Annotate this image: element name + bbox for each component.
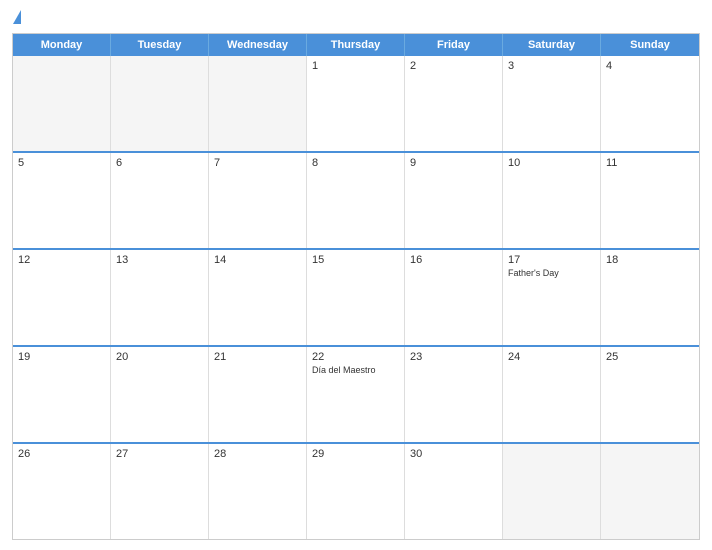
day-number: 1 [312, 60, 399, 72]
day-number: 2 [410, 60, 497, 72]
calendar-day-4: 4 [601, 56, 699, 151]
calendar-day-17: 17 Father's Day [503, 250, 601, 345]
day-number: 18 [606, 254, 694, 266]
calendar-day-9: 9 [405, 153, 503, 248]
day-number: 9 [410, 157, 497, 169]
day-number: 14 [214, 254, 301, 266]
day-number: 6 [116, 157, 203, 169]
day-number: 7 [214, 157, 301, 169]
day-number: 25 [606, 351, 694, 363]
calendar-week-4: 19 20 21 22 Día del Maestro 23 24 25 [13, 347, 699, 444]
calendar-day-15: 15 [307, 250, 405, 345]
day-number: 12 [18, 254, 105, 266]
day-number: 17 [508, 254, 595, 266]
calendar-day-29: 29 [307, 444, 405, 539]
calendar-header: MondayTuesdayWednesdayThursdayFridaySatu… [13, 34, 699, 56]
calendar-day-8: 8 [307, 153, 405, 248]
calendar-day-26: 26 [13, 444, 111, 539]
calendar-day-12: 12 [13, 250, 111, 345]
calendar-day-19: 19 [13, 347, 111, 442]
calendar-day-5: 5 [13, 153, 111, 248]
calendar-day-24: 24 [503, 347, 601, 442]
calendar-body: 1234567891011121314151617Father's Day181… [13, 56, 699, 539]
day-number: 26 [18, 448, 105, 460]
calendar-day-18: 18 [601, 250, 699, 345]
calendar-day-empty [13, 56, 111, 151]
calendar-day-21: 21 [209, 347, 307, 442]
page: MondayTuesdayWednesdayThursdayFridaySatu… [0, 0, 712, 550]
day-number: 21 [214, 351, 301, 363]
calendar-day-14: 14 [209, 250, 307, 345]
day-number: 4 [606, 60, 694, 72]
calendar-day-2: 2 [405, 56, 503, 151]
day-header-sunday: Sunday [601, 34, 699, 56]
calendar-day-empty [111, 56, 209, 151]
calendar: MondayTuesdayWednesdayThursdayFridaySatu… [12, 33, 700, 540]
calendar-day-16: 16 [405, 250, 503, 345]
day-number: 16 [410, 254, 497, 266]
calendar-day-3: 3 [503, 56, 601, 151]
calendar-day-empty [601, 444, 699, 539]
calendar-day-27: 27 [111, 444, 209, 539]
day-number: 19 [18, 351, 105, 363]
day-number: 20 [116, 351, 203, 363]
day-number: 22 [312, 351, 399, 363]
day-header-tuesday: Tuesday [111, 34, 209, 56]
day-header-friday: Friday [405, 34, 503, 56]
calendar-day-10: 10 [503, 153, 601, 248]
holiday-label: Día del Maestro [312, 365, 399, 375]
day-number: 27 [116, 448, 203, 460]
day-number: 28 [214, 448, 301, 460]
logo-triangle-icon [13, 10, 21, 24]
day-number: 8 [312, 157, 399, 169]
day-header-thursday: Thursday [307, 34, 405, 56]
calendar-week-2: 56789 10 11 [13, 153, 699, 250]
calendar-day-22: 22 Día del Maestro [307, 347, 405, 442]
calendar-week-1: 1234 [13, 56, 699, 153]
day-header-saturday: Saturday [503, 34, 601, 56]
calendar-week-5: 26 27 28 29 30 [13, 444, 699, 539]
calendar-day-7: 7 [209, 153, 307, 248]
calendar-day-20: 20 [111, 347, 209, 442]
calendar-day-1: 1 [307, 56, 405, 151]
day-header-monday: Monday [13, 34, 111, 56]
calendar-day-empty [209, 56, 307, 151]
calendar-day-25: 25 [601, 347, 699, 442]
day-number: 29 [312, 448, 399, 460]
day-number: 30 [410, 448, 497, 460]
day-number: 5 [18, 157, 105, 169]
calendar-day-empty [503, 444, 601, 539]
day-header-wednesday: Wednesday [209, 34, 307, 56]
calendar-week-3: 12 13 14 15 16 17 Father's Day 18 [13, 250, 699, 347]
day-number: 24 [508, 351, 595, 363]
day-number: 13 [116, 254, 203, 266]
calendar-day-13: 13 [111, 250, 209, 345]
day-number: 10 [508, 157, 595, 169]
day-number: 3 [508, 60, 595, 72]
header [12, 10, 700, 25]
holiday-label: Father's Day [508, 268, 595, 278]
calendar-day-6: 6 [111, 153, 209, 248]
calendar-day-28: 28 [209, 444, 307, 539]
day-number: 23 [410, 351, 497, 363]
calendar-day-30: 30 [405, 444, 503, 539]
calendar-day-23: 23 [405, 347, 503, 442]
calendar-day-11: 11 [601, 153, 699, 248]
logo [12, 10, 21, 25]
day-number: 11 [606, 157, 694, 169]
day-number: 15 [312, 254, 399, 266]
